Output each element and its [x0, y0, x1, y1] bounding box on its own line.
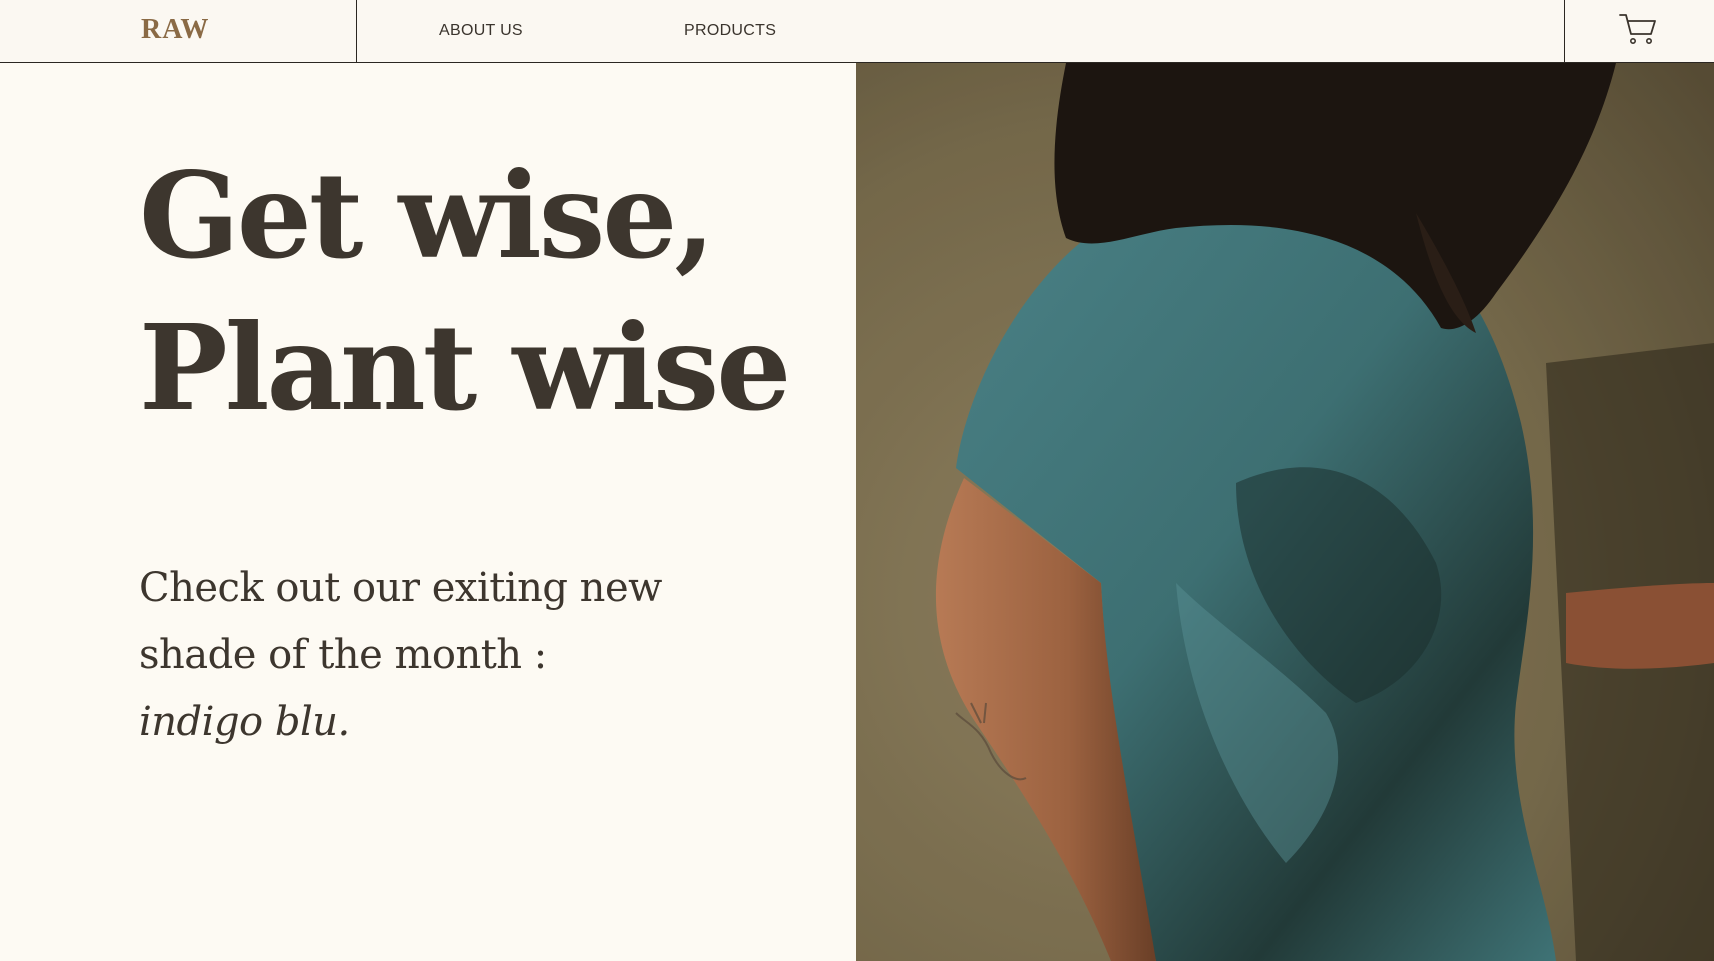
nav-link-about-us[interactable]: ABOUT US [439, 22, 523, 40]
model-tshirt-photo [856, 63, 1714, 961]
nav-link-products[interactable]: PRODUCTS [684, 22, 776, 40]
subtext-line-2: shade of the month : [139, 632, 547, 678]
cart-icon [1619, 14, 1656, 44]
subtext-line-1: Check out our exiting new [139, 565, 662, 611]
hero-subtext: Check out our exiting new shade of the m… [139, 555, 662, 756]
top-navigation-bar: RAW ABOUT US PRODUCTS [0, 0, 1714, 63]
headline-line-2: Plant wise [139, 298, 791, 437]
cart-button[interactable] [1618, 12, 1658, 48]
brand-logo[interactable]: RAW [141, 14, 209, 46]
headline-line-1: Get wise, [139, 146, 715, 285]
hero-photo [856, 63, 1714, 961]
nav-divider-left [356, 0, 357, 63]
hero-headline: Get wise, Plant wise [139, 140, 791, 444]
nav-divider-right [1564, 0, 1565, 63]
shade-name: indigo blu. [139, 699, 350, 745]
